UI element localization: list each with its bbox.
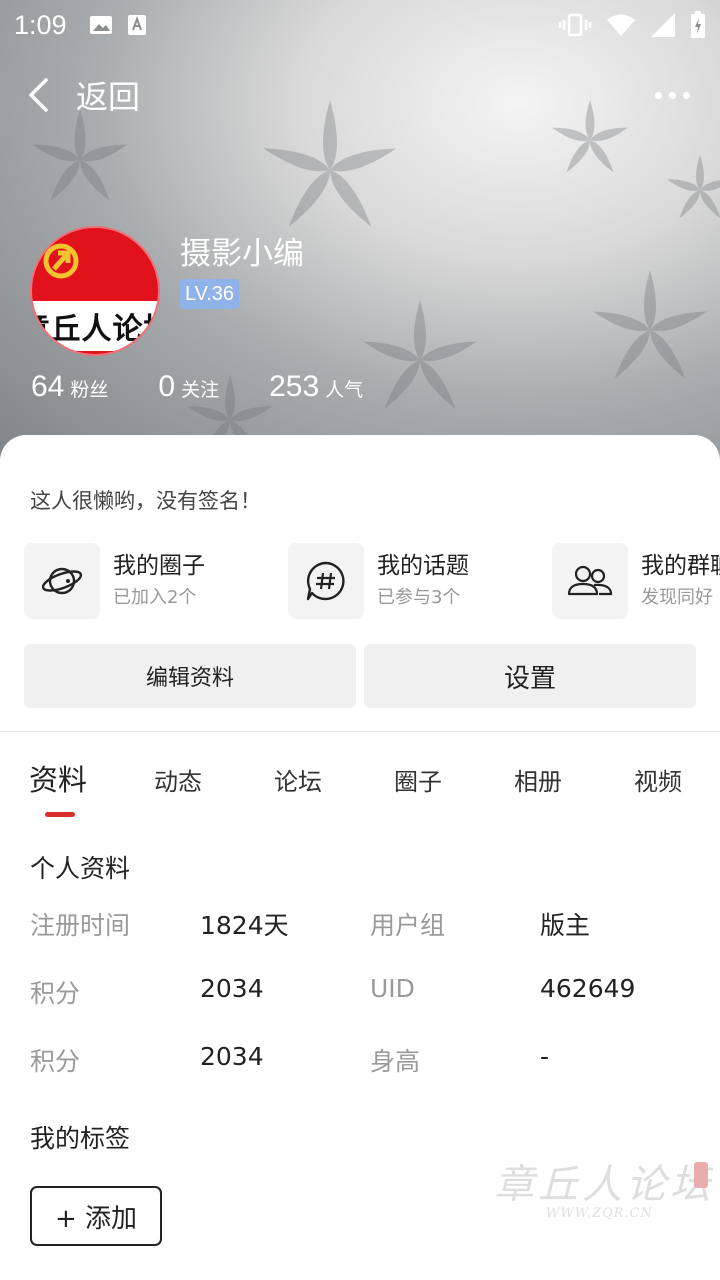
info-label: 注册时间 — [30, 911, 131, 940]
profile-stats: 64 粉丝 0 关注 253 人气 — [31, 370, 363, 404]
signature: 这人很懒哟，没有签名！ — [30, 489, 261, 513]
stat-number: 64 — [31, 370, 65, 403]
wifi-icon — [607, 14, 635, 36]
top-bar: 返回 — [0, 62, 720, 128]
more-button[interactable] — [655, 91, 690, 99]
more-dot-icon — [669, 91, 676, 99]
avatar[interactable]: 章丘人论坛 — [30, 226, 160, 356]
group-icon — [567, 565, 613, 596]
info-row: 积分 2034 身高 - — [0, 1042, 720, 1082]
stat-label: 关注 — [181, 379, 220, 401]
back-button[interactable]: 返回 — [26, 72, 140, 118]
edit-profile-button[interactable]: 编辑资料 — [24, 644, 356, 708]
info-value: 版主 — [540, 911, 591, 940]
tab-bar: 资料 动态 论坛 圈子 相册 视频 — [0, 755, 720, 815]
more-dot-icon — [683, 91, 690, 99]
active-tab-indicator — [45, 812, 75, 817]
feature-title: 我的群聊 — [641, 553, 720, 579]
feature-title: 我的圈子 — [113, 553, 205, 579]
stat-popularity: 253 人气 — [269, 370, 363, 404]
site-watermark: 章丘人论坛 WWW.ZQR.CN — [488, 1150, 716, 1228]
user-name: 摄影小编 — [180, 236, 304, 272]
feature-icon-box — [24, 543, 100, 619]
settings-button[interactable]: 设置 — [364, 644, 696, 708]
info-row: 注册时间 1824天 用户组 版主 — [0, 906, 720, 946]
status-time: 1:09 — [14, 9, 67, 40]
info-label: 用户组 — [370, 911, 446, 940]
info-value: 462649 — [540, 974, 636, 1003]
feature-subtitle: 已加入2个 — [113, 587, 197, 608]
planet-icon — [41, 567, 83, 595]
info-label: UID — [370, 974, 415, 1003]
info-value: 2034 — [200, 1042, 264, 1071]
tab-circles[interactable]: 圈子 — [394, 762, 442, 797]
feature-subtitle: 发现同好 — [641, 587, 713, 608]
stat-label: 人气 — [325, 379, 364, 401]
info-value: - — [540, 1042, 550, 1071]
watermark-url: WWW.ZQR.CN — [546, 1206, 653, 1221]
info-label: 积分 — [30, 1047, 81, 1076]
avatar-text: 章丘人论坛 — [32, 301, 158, 351]
tab-video[interactable]: 视频 — [634, 762, 682, 797]
seal-icon — [694, 1162, 708, 1188]
info-value: 2034 — [200, 974, 264, 1003]
back-label: 返回 — [76, 78, 141, 116]
divider — [0, 731, 720, 732]
info-label: 积分 — [30, 979, 81, 1008]
tab-forum[interactable]: 论坛 — [274, 762, 322, 797]
battery-icon — [691, 11, 705, 38]
signal-icon — [651, 13, 675, 37]
tab-profile[interactable]: 资料 — [29, 757, 87, 799]
feature-my-circles[interactable]: 我的圈子 已加入2个 — [24, 543, 205, 619]
vibrate-icon — [558, 13, 592, 37]
chevron-left-icon — [29, 78, 48, 112]
stat-fans[interactable]: 64 粉丝 — [31, 370, 108, 404]
profile-header: 1:09 返回 章丘人论坛 摄影小编 LV.36 64 — [0, 0, 720, 470]
logo-emblem-icon — [43, 243, 79, 279]
info-row: 积分 2034 UID 462649 — [0, 974, 720, 1014]
add-tag-button[interactable]: + 添加 — [30, 1186, 162, 1246]
tab-album[interactable]: 相册 — [514, 762, 562, 797]
feature-row: 我的圈子 已加入2个 我的话题 已参与3个 我的群 发现同好 — [24, 543, 720, 621]
image-icon — [89, 16, 112, 34]
feature-title: 我的话题 — [377, 553, 469, 579]
level-badge: LV.36 — [180, 279, 239, 309]
feature-icon-box — [288, 543, 364, 619]
section-title-tags: 我的标签 — [30, 1124, 131, 1153]
stat-label: 粉丝 — [70, 379, 109, 401]
status-bar: 1:09 — [0, 0, 720, 50]
section-title-info: 个人资料 — [30, 854, 131, 883]
feature-subtitle: 已参与3个 — [377, 587, 461, 608]
tab-activity[interactable]: 动态 — [154, 762, 202, 797]
more-dot-icon — [655, 91, 662, 99]
feature-icon-box — [552, 543, 628, 619]
font-icon — [127, 15, 146, 35]
info-value: 1824天 — [200, 911, 289, 940]
stat-number: 0 — [158, 370, 176, 403]
stat-following[interactable]: 0 关注 — [158, 370, 219, 404]
stat-number: 253 — [269, 370, 320, 403]
feature-my-groups[interactable]: 我的群聊 发现同好 — [552, 543, 720, 619]
hashtag-chat-icon — [306, 561, 345, 601]
feature-my-topics[interactable]: 我的话题 已参与3个 — [288, 543, 469, 619]
info-label: 身高 — [370, 1047, 421, 1076]
watermark-text: 章丘人论坛 — [494, 1162, 714, 1208]
